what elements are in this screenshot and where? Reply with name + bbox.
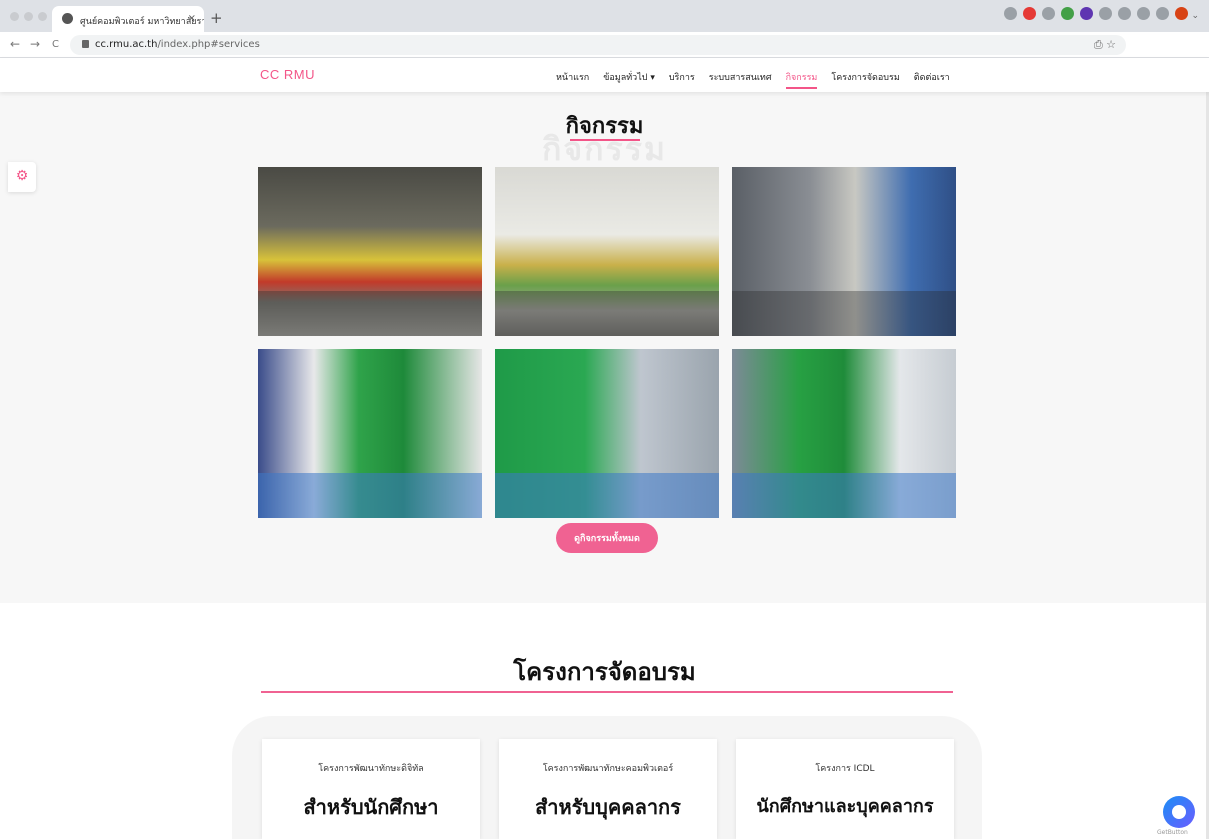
url-path: /index.php#services (157, 39, 260, 50)
window-zoom-icon[interactable] (38, 12, 47, 21)
settings-gear-icon[interactable]: ⚙ (8, 162, 36, 192)
card-heading: นักศึกษาและบุคคลากร (756, 796, 934, 817)
card-heading: สำหรับบุคคลากร (535, 795, 681, 819)
training-underline (261, 691, 953, 693)
lock-icon (82, 40, 89, 48)
download-icon[interactable] (1137, 7, 1150, 20)
training-card[interactable]: โครงการ ICDL นักศึกษาและบุคคลากร (736, 739, 954, 839)
nav-home[interactable]: หน้าแรก (556, 70, 589, 89)
url-input[interactable]: cc.rmu.ac.th/index.php#services ⎙ ☆ (70, 35, 1126, 55)
activity-photo[interactable] (732, 167, 956, 336)
photo-shading (732, 291, 956, 336)
nav-contact[interactable]: ติดต่อเรา (914, 70, 950, 89)
photo-shading (258, 291, 482, 336)
favicon-icon (62, 13, 73, 24)
card-caption: โครงการพัฒนาทักษะดิจิทัล (318, 764, 424, 774)
back-button[interactable]: ← (10, 37, 20, 51)
reading-list-icon[interactable] (1118, 7, 1131, 20)
main-nav: หน้าแรก ข้อมูลทั่วไป ▾ บริการ ระบบสารสนเ… (556, 70, 950, 89)
extension-icons (1004, 7, 1188, 20)
nav-services[interactable]: บริการ (669, 70, 695, 89)
extension-icon[interactable] (1061, 7, 1074, 20)
extension-icon[interactable] (1042, 7, 1055, 20)
forward-button[interactable]: → (30, 37, 40, 51)
tab-close-icon[interactable]: × (188, 13, 196, 24)
activity-photo[interactable] (732, 349, 956, 518)
url-text: cc.rmu.ac.th/index.php#services (95, 39, 260, 50)
getbutton-label[interactable]: GetButton (1157, 829, 1188, 836)
browser-tab[interactable]: ศูนย์คอมพิวเตอร์ มหาวิทยาลัยราชภั × (52, 6, 204, 32)
activity-photo[interactable] (258, 167, 482, 336)
reload-button[interactable]: C (52, 39, 59, 50)
nav-about[interactable]: ข้อมูลทั่วไป ▾ (603, 70, 655, 89)
nav-training[interactable]: โครงการจัดอบรม (831, 70, 899, 89)
extension-icon[interactable] (1080, 7, 1093, 20)
site-header: CC RMU หน้าแรก ข้อมูลทั่วไป ▾ บริการ ระบ… (0, 58, 1209, 92)
share-bookmark-icons[interactable]: ⎙ ☆ (1094, 38, 1116, 52)
training-card[interactable]: โครงการพัฒนาทักษะคอมพิวเตอร์ สำหรับบุคคล… (499, 739, 717, 839)
sidepanel-icon[interactable] (1156, 7, 1169, 20)
tab-title: ศูนย์คอมพิวเตอร์ มหาวิทยาลัยราชภั (80, 17, 204, 27)
section-title: กิจกรรม (565, 114, 644, 139)
activity-photo[interactable] (258, 349, 482, 518)
card-caption: โครงการพัฒนาทักษะคอมพิวเตอร์ (542, 764, 674, 774)
photo-shading (258, 473, 482, 518)
adblock-icon[interactable] (1023, 7, 1036, 20)
training-title: โครงการจัดอบรม (513, 658, 696, 686)
nav-info-systems[interactable]: ระบบสารสนเทศ (709, 70, 772, 89)
window-close-icon[interactable] (10, 12, 19, 21)
nav-activities[interactable]: กิจกรรม (785, 70, 818, 89)
new-tab-button[interactable]: + (210, 9, 223, 27)
messenger-chat-icon[interactable] (1163, 796, 1195, 828)
activity-photo[interactable] (495, 167, 719, 336)
site-logo[interactable]: CC RMU (260, 67, 315, 82)
extension-icon[interactable] (1004, 7, 1017, 20)
tab-search-icon[interactable]: ⌄ (1191, 11, 1199, 21)
puzzle-icon[interactable] (1099, 7, 1112, 20)
activity-photo[interactable] (495, 349, 719, 518)
training-card[interactable]: โครงการพัฒนาทักษะดิจิทัล สำหรับนักศึกษา (262, 739, 480, 839)
photo-shading (732, 473, 956, 518)
window-minimize-icon[interactable] (24, 12, 33, 21)
card-caption: โครงการ ICDL (815, 764, 875, 774)
address-bar: ← → C cc.rmu.ac.th/index.php#services ⎙ … (0, 32, 1209, 58)
section-underline (570, 139, 640, 141)
profile-avatar[interactable] (1175, 7, 1188, 20)
card-heading: สำหรับนักศึกษา (303, 795, 439, 819)
view-all-activities-button[interactable]: ดูกิจกรรมทั้งหมด (556, 523, 658, 553)
photo-shading (495, 291, 719, 336)
photo-shading (495, 473, 719, 518)
url-host: cc.rmu.ac.th (95, 39, 158, 50)
